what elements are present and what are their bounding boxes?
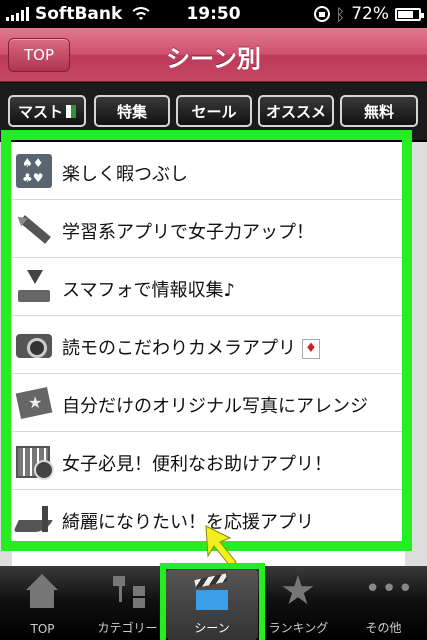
list-item-label: 自分だけのオリジナル写真にアレンジ	[62, 396, 368, 417]
tab-free[interactable]: 無料	[340, 95, 418, 127]
list-item-label: 読モのこだわりカメラアプリ	[62, 338, 296, 359]
list-item-text: 読モのこだわりカメラアプリ ♦	[62, 334, 320, 360]
list-item[interactable]: スマフォで情報収集♪	[12, 258, 405, 316]
tabbar-label: TOP	[30, 622, 55, 636]
tab-label: マスト	[17, 102, 63, 121]
tab-must[interactable]: マスト	[8, 95, 86, 127]
tabbar-item-top[interactable]: TOP	[0, 566, 85, 640]
bluetooth-icon: ᛒ	[335, 4, 346, 24]
calendar-clock-icon	[16, 444, 54, 480]
high-heel-icon	[16, 502, 52, 536]
tabbar-right: ランキング その他	[256, 566, 427, 640]
tabbar-label: ランキング	[268, 621, 329, 635]
list-item-label: 綺麗になりたい！を応援アプリ	[62, 512, 314, 533]
nav-header: TOP シーン別	[0, 28, 427, 82]
tabbar-item-category[interactable]: カテゴリー	[85, 566, 170, 640]
tabbar-label: その他	[365, 621, 402, 635]
playing-cards-icon	[16, 154, 52, 188]
battery-icon	[395, 7, 424, 21]
tab-recommended[interactable]: オススメ	[258, 95, 334, 127]
list-item-label: 学習系アプリで女子力アップ！	[62, 222, 314, 243]
list-item[interactable]: 自分だけのオリジナル写真にアレンジ	[12, 374, 405, 432]
diamond-card-icon: ♦	[302, 339, 320, 359]
scene-list-area: 楽しく暇つぶし 学習系アプリで女子力アップ！ スマフォで情報収集♪ 読モのこだわ…	[0, 142, 427, 588]
home-icon	[24, 574, 60, 608]
list-item-label: スマフォで情報収集♪	[62, 280, 235, 301]
tab-sale[interactable]: セール	[176, 95, 252, 127]
photo-frame-icon	[16, 386, 52, 420]
tabbar-item-more[interactable]: その他	[341, 566, 426, 640]
tab-label: セール	[191, 102, 237, 121]
list-item[interactable]: 楽しく暇つぶし	[12, 142, 405, 200]
tab-label: 特集	[116, 102, 147, 121]
page-title: シーン別	[166, 45, 261, 73]
battery-percent: 72%	[351, 4, 389, 24]
list-item[interactable]: 読モのこだわりカメラアプリ ♦	[12, 316, 405, 374]
pointer-arrow-icon	[205, 525, 237, 567]
pencil-icon	[16, 212, 52, 246]
camera-icon	[16, 328, 52, 362]
category-tree-icon	[111, 574, 147, 608]
tab-label: 無料	[363, 102, 394, 121]
tabbar-item-ranking[interactable]: ランキング	[256, 566, 341, 640]
tabbar-label: カテゴリー	[97, 621, 158, 635]
list-item[interactable]: 女子必見！便利なお助けアプリ！	[12, 432, 405, 490]
segment-tabs: マスト 特集 セール オススメ 無料	[0, 83, 427, 141]
rotation-lock-icon	[313, 6, 330, 22]
download-tray-icon	[16, 270, 52, 304]
scene-list: 楽しく暇つぶし 学習系アプリで女子力アップ！ スマフォで情報収集♪ 読モのこだわ…	[12, 142, 405, 588]
list-item-label: 楽しく暇つぶし	[62, 164, 188, 185]
more-dots-icon	[365, 574, 414, 608]
scene-highlight-frame	[160, 563, 265, 640]
beginner-mark-icon	[66, 104, 76, 118]
star-icon	[280, 568, 316, 614]
tab-feature[interactable]: 特集	[94, 95, 170, 127]
list-item-label: 女子必見！便利なお助けアプリ！	[62, 454, 332, 475]
status-bar: SoftBank 19:50 ᛒ 72%	[0, 0, 427, 28]
list-item[interactable]: 学習系アプリで女子力アップ！	[12, 200, 405, 258]
tab-label: オススメ	[265, 102, 326, 121]
